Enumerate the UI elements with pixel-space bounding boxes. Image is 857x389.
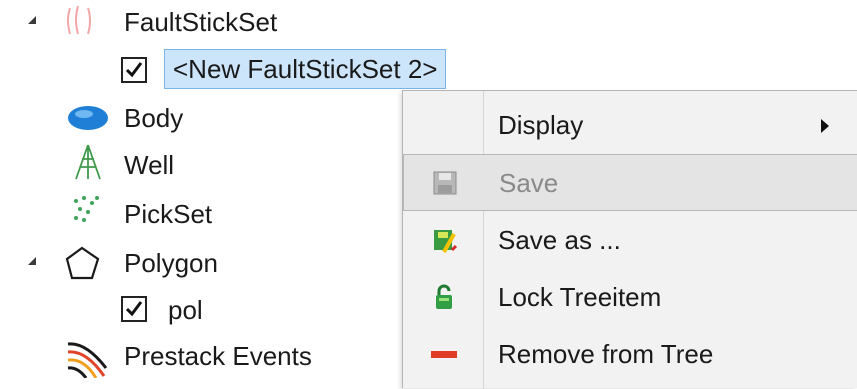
tree-item-body[interactable]: Body: [124, 98, 183, 138]
tree-item-new-faultstickset-2[interactable]: <New FaultStickSet 2>: [164, 49, 447, 89]
body-icon: [66, 100, 110, 136]
menu-item-label: Save as ...: [498, 225, 621, 255]
tree-item-polygon[interactable]: Polygon: [124, 243, 218, 283]
checkbox[interactable]: [121, 296, 147, 322]
prestack-events-icon: [66, 338, 110, 379]
pickset-icon: [70, 193, 104, 227]
menu-item-label: Remove from Tree: [498, 339, 714, 369]
tree-item-prestack-events[interactable]: Prestack Events: [124, 336, 312, 376]
checkbox[interactable]: [121, 57, 147, 83]
expand-arrow-icon[interactable]: [28, 16, 36, 24]
tree-item-label: Well: [124, 149, 175, 180]
polygon-icon: [64, 245, 102, 281]
menu-item-display[interactable]: Display: [403, 97, 857, 154]
tree-item-well[interactable]: Well: [124, 145, 174, 185]
tree-item-faultstickset[interactable]: FaultStickSet: [124, 2, 277, 42]
tree-item-label: Body: [124, 102, 184, 133]
tree-item-label: FaultStickSet: [124, 6, 278, 37]
menu-item-save[interactable]: Save: [403, 154, 857, 211]
tree-item-label: Prestack Events: [124, 340, 312, 371]
menu-item-label: Display: [498, 110, 584, 140]
tree-item-pol[interactable]: pol: [168, 290, 203, 330]
submenu-arrow-icon: [821, 119, 829, 133]
menu-item-label: Save: [499, 168, 559, 198]
tree-item-pickset[interactable]: PickSet: [124, 194, 212, 234]
tree-item-label: Polygon: [124, 247, 218, 278]
well-icon: [70, 143, 106, 181]
tree-item-label: pol: [168, 294, 203, 325]
context-menu: Display Save Save as ... Lock Treeitem R…: [402, 90, 857, 389]
tree-item-label: PickSet: [124, 198, 213, 229]
save-as-icon: [430, 226, 458, 254]
tree-item-label: <New FaultStickSet 2>: [173, 53, 438, 84]
menu-item-label: Lock Treeitem: [498, 282, 662, 312]
menu-item-remove-from-tree[interactable]: Remove from Tree: [403, 326, 857, 383]
menu-item-lock-treeitem[interactable]: Lock Treeitem: [403, 269, 857, 326]
faultstickset-icon: [62, 4, 98, 38]
floppy-disk-icon: [431, 169, 459, 197]
expand-arrow-icon[interactable]: [28, 257, 36, 265]
remove-icon: [430, 340, 458, 368]
padlock-icon: [430, 283, 458, 311]
menu-item-save-as[interactable]: Save as ...: [403, 212, 857, 269]
